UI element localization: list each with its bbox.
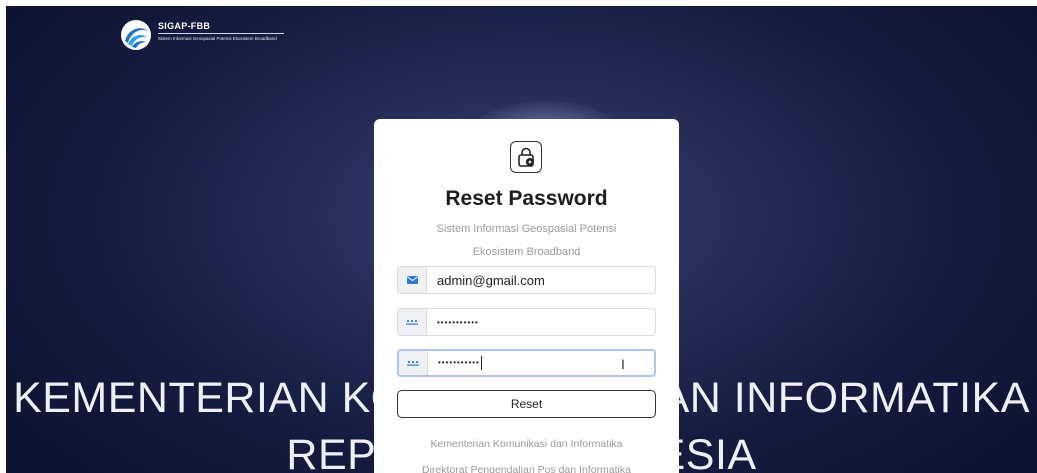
lock-icon xyxy=(510,141,542,173)
card-subtitle: Sistem Informasi Geospasial Potensi Ekos… xyxy=(436,223,617,258)
password-value: ••••••••••• xyxy=(437,317,479,327)
password-field[interactable]: ••••••••••• xyxy=(397,308,656,336)
ibeam-cursor-icon: I xyxy=(621,356,625,372)
envelope-icon xyxy=(398,267,427,293)
footer-ministry: Kementerian Komunikasi dan Informatika xyxy=(430,438,623,450)
swirl-logo-icon xyxy=(121,20,151,50)
brand-title: SIGAP-FBB xyxy=(158,21,284,34)
text-caret xyxy=(480,356,482,370)
card-footer: Kementerian Komunikasi dan Informatika D… xyxy=(374,431,679,473)
reset-password-card: Reset Password Sistem Informasi Geospasi… xyxy=(374,119,679,473)
reset-button[interactable]: Reset xyxy=(397,390,656,418)
password-dots-icon xyxy=(398,309,427,335)
password-dots-icon xyxy=(399,351,428,375)
brand-logo: SIGAP-FBB Sistem Informasi Geospasial Po… xyxy=(120,19,284,51)
confirm-password-field[interactable]: ••••••••••• I xyxy=(397,349,656,377)
email-value: admin@gmail.com xyxy=(437,272,545,288)
page-title: Reset Password xyxy=(445,187,608,210)
confirm-password-value: ••••••••••• xyxy=(428,356,482,370)
brand-subtitle: Sistem Informasi Geospasial Potensi Ekos… xyxy=(158,36,277,41)
footer-directorate: Direktorat Pengendalian Pos dan Informat… xyxy=(422,464,631,473)
login-background: SIGAP-FBB Sistem Informasi Geospasial Po… xyxy=(6,6,1037,473)
email-field[interactable]: admin@gmail.com xyxy=(397,266,656,294)
